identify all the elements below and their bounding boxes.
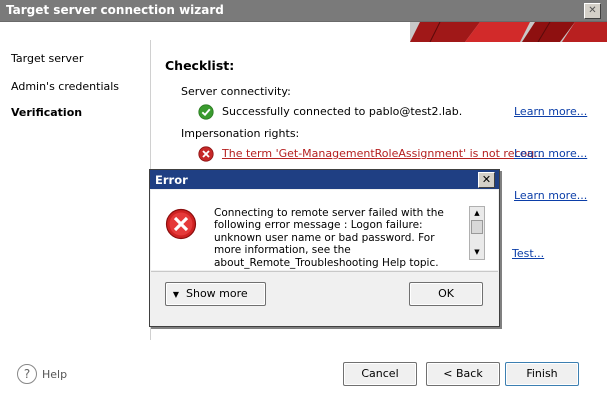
finish-button[interactable]: Finish xyxy=(505,362,579,386)
scroll-down-icon[interactable]: ▼ xyxy=(471,247,483,257)
chevron-down-icon: ▼ xyxy=(172,290,180,299)
back-button[interactable]: < Back xyxy=(426,362,500,386)
error-message-scrollbar[interactable]: ▲ ▼ xyxy=(469,206,485,260)
error-dialog-title: Error xyxy=(155,173,188,187)
error-message-text: Connecting to remote server failed with … xyxy=(214,207,444,269)
learn-more-link-third[interactable]: Learn more... xyxy=(514,189,587,202)
test-link[interactable]: Test... xyxy=(512,247,544,260)
impersonation-error-link[interactable]: The term 'Get-ManagementRoleAssignment' … xyxy=(222,147,545,160)
error-dialog-divider xyxy=(151,271,498,272)
success-check-icon xyxy=(198,104,214,123)
error-large-icon xyxy=(165,208,197,243)
scroll-thumb[interactable] xyxy=(471,220,483,234)
server-connectivity-heading: Server connectivity: xyxy=(181,85,291,98)
cancel-button[interactable]: Cancel xyxy=(343,362,417,386)
error-dialog-titlebar xyxy=(150,170,499,189)
checklist-title: Checklist: xyxy=(165,58,235,73)
window-title: Target server connection wizard xyxy=(6,3,224,17)
nav-item-admin-credentials[interactable]: Admin's credentials xyxy=(11,80,119,93)
learn-more-link-connectivity[interactable]: Learn more... xyxy=(514,105,587,118)
show-more-label: Show more xyxy=(186,287,248,300)
banner-artwork xyxy=(410,22,607,42)
show-more-button[interactable]: ▼ Show more xyxy=(165,282,266,306)
nav-item-target-server[interactable]: Target server xyxy=(11,52,83,65)
nav-item-verification[interactable]: Verification xyxy=(11,106,82,119)
error-dialog: Error ✕ Connecting to remote server fail… xyxy=(149,169,500,327)
scroll-up-icon[interactable]: ▲ xyxy=(471,208,483,218)
help-icon[interactable]: ? xyxy=(17,364,37,384)
ok-button[interactable]: OK xyxy=(409,282,483,306)
server-connectivity-status: Successfully connected to pablo@test2.la… xyxy=(222,105,463,118)
help-link[interactable]: Help xyxy=(42,368,67,381)
error-x-icon xyxy=(198,146,214,165)
learn-more-link-impersonation[interactable]: Learn more... xyxy=(514,147,587,160)
error-dialog-close-button[interactable]: ✕ xyxy=(478,172,495,188)
window-close-button[interactable]: ✕ xyxy=(584,3,601,19)
impersonation-heading: Impersonation rights: xyxy=(181,127,300,140)
